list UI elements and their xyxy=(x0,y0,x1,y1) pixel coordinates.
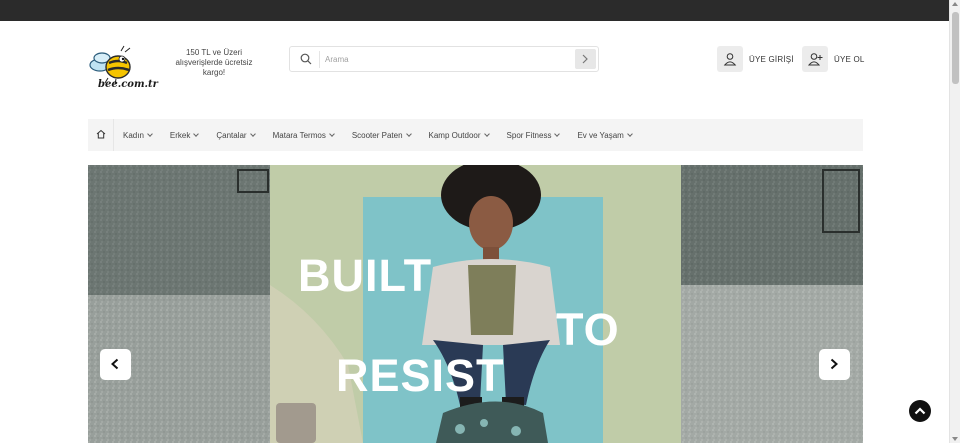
logo-text: bee.com.tr xyxy=(98,79,158,90)
nav-item-scooter-paten[interactable]: Scooter Paten xyxy=(343,131,420,140)
chevron-down-icon xyxy=(405,131,412,137)
search-bar xyxy=(289,46,599,72)
nav-item-label: Ev ve Yaşam xyxy=(577,130,624,140)
nav-item-kadin[interactable]: Kadın xyxy=(114,131,161,140)
nav-item-label: Çantalar xyxy=(216,130,247,140)
chevron-down-icon xyxy=(193,131,200,137)
chevron-down-icon xyxy=(554,131,561,137)
nav-item-kamp-outdoor[interactable]: Kamp Outdoor xyxy=(420,131,498,140)
page-scrollbar[interactable] xyxy=(949,0,960,443)
nav-item-matara-termos[interactable]: Matara Termos xyxy=(264,131,343,140)
chevron-down-icon xyxy=(147,131,153,137)
category-nav: Kadın Erkek Çantalar Matara Termos Scoot… xyxy=(88,119,863,151)
login-icon-box xyxy=(717,46,743,72)
slider-next-button[interactable] xyxy=(819,349,850,380)
slider-prev-button[interactable] xyxy=(100,349,131,380)
scrollbar-thumb[interactable] xyxy=(952,12,959,84)
chevron-down-icon xyxy=(249,131,256,137)
nav-item-cantalar[interactable]: Çantalar xyxy=(207,131,263,140)
site-logo[interactable]: bee.com.tr xyxy=(88,45,162,93)
register-label: ÜYE OL xyxy=(834,54,865,64)
nav-item-spor-fitness[interactable]: Spor Fitness xyxy=(498,131,569,140)
scroll-up-icon[interactable] xyxy=(952,2,958,6)
nav-item-label: Kamp Outdoor xyxy=(428,130,481,140)
register-icon-box xyxy=(802,46,828,72)
chevron-down-icon xyxy=(627,131,633,137)
register-button[interactable]: ÜYE OL xyxy=(802,46,865,72)
nav-item-label: Kadın xyxy=(123,130,144,140)
nav-item-label: Scooter Paten xyxy=(351,130,403,140)
chevron-right-icon xyxy=(830,358,838,370)
search-divider xyxy=(319,51,320,68)
login-button[interactable]: ÜYE GİRİŞİ xyxy=(717,46,794,72)
browser-top-bar xyxy=(0,0,949,21)
user-icon xyxy=(723,53,737,66)
user-plus-icon xyxy=(808,53,823,66)
search-submit-button[interactable] xyxy=(575,49,596,69)
hero-slider[interactable]: BUILT TO RESIST xyxy=(88,165,863,443)
nav-item-label: Matara Termos xyxy=(272,130,326,140)
nav-item-erkek[interactable]: Erkek xyxy=(161,131,207,140)
login-label: ÜYE GİRİŞİ xyxy=(749,54,794,64)
nav-item-ev-ve-yasam[interactable]: Ev ve Yaşam xyxy=(568,131,640,140)
scroll-to-top-button[interactable] xyxy=(909,400,931,422)
chevron-down-icon xyxy=(483,131,490,137)
scroll-down-icon[interactable] xyxy=(952,437,958,441)
hero-headline-line2: TO xyxy=(556,304,620,355)
hero-headline-line3: RESIST xyxy=(336,350,505,401)
search-icon[interactable] xyxy=(300,53,312,65)
hero-headline-line1: BUILT xyxy=(298,250,433,301)
home-icon xyxy=(96,129,106,139)
chevron-down-icon xyxy=(328,131,335,137)
nav-item-label: Spor Fitness xyxy=(506,130,552,140)
chevron-up-icon xyxy=(914,407,926,415)
chevron-left-icon xyxy=(111,358,119,370)
chevron-right-icon xyxy=(582,54,588,64)
nav-home[interactable] xyxy=(88,119,114,151)
hero-banner-image xyxy=(88,165,863,443)
nav-item-label: Erkek xyxy=(169,130,191,140)
free-shipping-promo: 150 TL ve Üzeri alışverişlerde ücretsiz … xyxy=(175,48,253,77)
search-input[interactable] xyxy=(325,51,565,68)
